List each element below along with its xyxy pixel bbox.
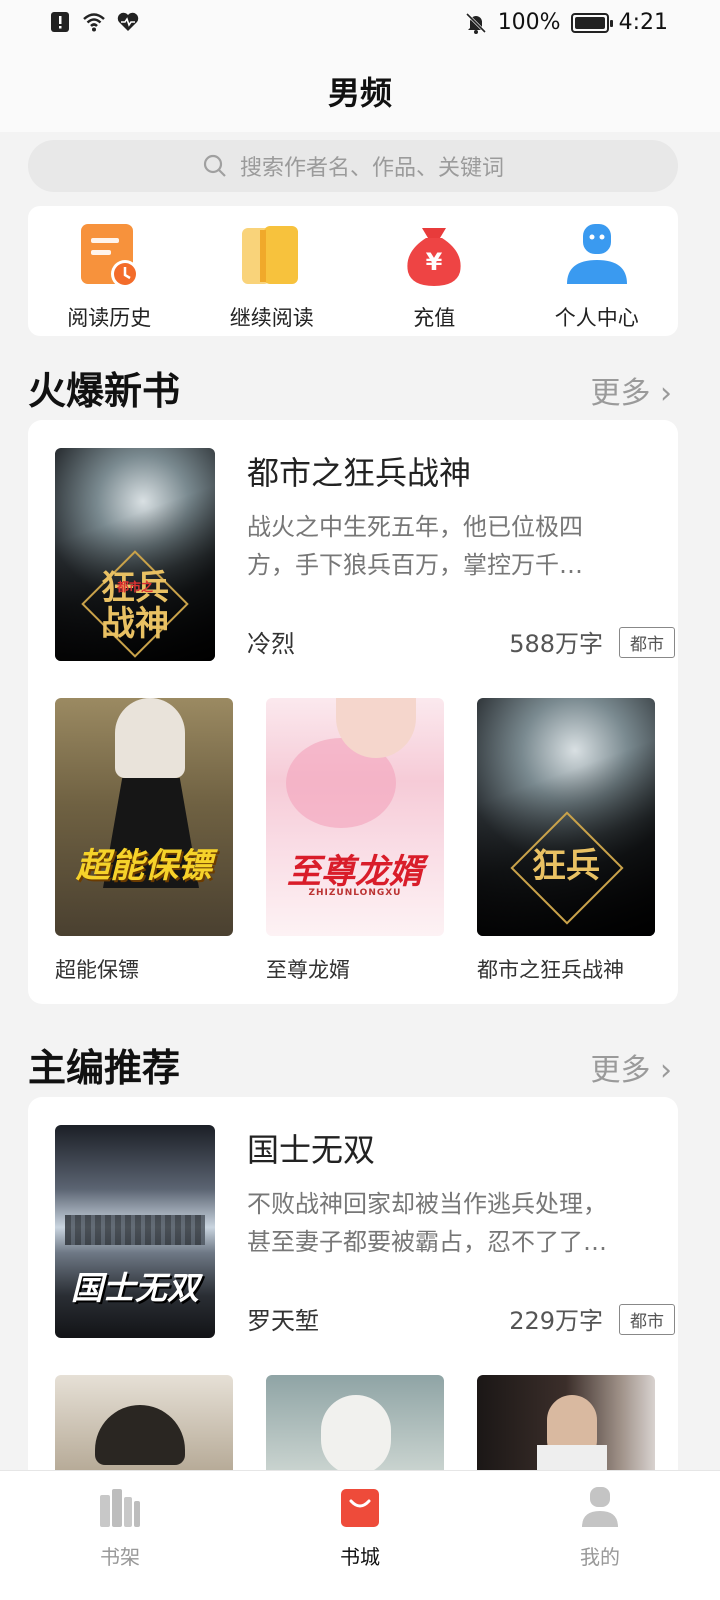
cover-subtitle: ZHIZUNLONGXU [308,888,402,898]
book-description: 战火之中生死五年，他已位极四方，手下狼兵百万，掌控万千… [247,513,583,579]
more-link[interactable]: 更多 › [590,1045,672,1089]
quick-entry-reading-history[interactable]: 阅读历史 [28,206,191,336]
book-title: 都市之狂兵战神 [477,958,624,982]
book-word-count: 229万字 [509,1307,603,1335]
clock: 4:21 [618,10,668,35]
section-header-hot-new: 火爆新书 更多 › [28,360,678,420]
nav-item-bookshelf[interactable]: 书架 [0,1471,240,1600]
cover-title: 战神 [101,604,169,644]
mute-notification-icon [465,12,486,34]
book-item[interactable]: 狂兵 都市之狂兵战神 [477,698,655,984]
section-header-editor-picks: 主编推荐 更多 › [28,1037,678,1097]
genre-tag: 都市 [619,1304,675,1335]
nav-label: 我的 [580,1545,620,1569]
book-title: 超能保镖 [55,958,139,982]
page-title: 男频 [327,74,392,112]
book-author: 罗天堑 [247,1307,319,1335]
user-center-icon [566,224,627,284]
reading-history-icon [81,224,140,288]
status-bar: 100% 4:21 [0,0,720,48]
bookstore-icon [341,1489,379,1527]
quick-entry-label: 个人中心 [554,306,639,330]
bottom-navigation: 书架 书城 我的 [0,1470,720,1600]
book-title[interactable]: 国士无双 [247,1125,375,1171]
search-bar[interactable]: 搜索作者名、作品、关键词 [28,140,678,192]
cover-title: 至尊龙婿 [287,852,423,892]
battery-icon [570,12,613,33]
book-title[interactable]: 都市之狂兵战神 [247,448,471,494]
book-description: 不败战神回家却被当作逃兵处理，甚至妻子都要被霸占，忍不了了… [247,1190,607,1256]
featured-book[interactable]: 国士无双 国士无双 不败战神回家却被当作逃兵处理，甚至妻子都要被霸占，忍不了了…… [55,1125,675,1340]
wifi-icon [83,13,105,32]
quick-entry-label: 继续阅读 [229,306,314,330]
search-icon [203,154,226,177]
cover-title: 国士无双 [70,1269,199,1307]
book-card-hot-new: 狂兵 都市之 战神 都市之狂兵战神 战火之中生死五年，他已位极四方，手下狼兵百万… [28,420,678,1004]
section-title: 火爆新书 [28,369,181,413]
book-grid: 超能保镖 超能保镖 至尊龙婿 ZHIZUNLONGXU 至尊龙婿 狂兵 都市之狂… [55,698,655,984]
book-cover[interactable]: 至尊龙婿 ZHIZUNLONGXU [266,698,444,936]
book-item[interactable]: 超能保镖 超能保镖 [55,698,233,984]
chevron-right-icon: › [660,376,672,411]
quick-entry-panel: 阅读历史 继续阅读 ¥ 充值 个人中心 [28,206,678,336]
quick-entry-label: 阅读历史 [67,306,152,330]
more-link[interactable]: 更多 › [590,368,672,412]
quick-entry-continue-reading[interactable]: 继续阅读 [191,206,354,336]
more-label: 更多 [590,376,651,411]
section-title: 主编推荐 [28,1046,181,1090]
book-title: 至尊龙婿 [266,958,350,982]
health-icon [117,12,139,31]
battery-percent: 100% [497,10,561,35]
book-cover[interactable]: 国士无双 [55,1125,215,1338]
featured-book[interactable]: 狂兵 都市之 战神 都市之狂兵战神 战火之中生死五年，他已位极四方，手下狼兵百万… [55,448,675,663]
alert-icon [51,12,69,32]
quick-entry-label: 充值 [413,306,456,330]
svg-text:¥: ¥ [426,248,443,276]
search-placeholder: 搜索作者名、作品、关键词 [239,156,504,181]
quick-entry-user-center[interactable]: 个人中心 [516,206,679,336]
recharge-icon: ¥ [407,228,461,286]
bookshelf-icon [100,1489,140,1527]
quick-entry-recharge[interactable]: ¥ 充值 [353,206,516,336]
book-cover[interactable]: 狂兵 都市之 战神 [55,448,215,661]
genre-tag: 都市 [619,627,675,658]
cover-subtitle: 都市之 [116,580,153,594]
more-label: 更多 [590,1053,651,1088]
nav-label: 书架 [100,1545,140,1569]
app-header: 100% 4:21 男频 [0,0,720,132]
chevron-right-icon: › [660,1053,672,1088]
book-author: 冷烈 [247,630,295,658]
nav-item-bookstore[interactable]: 书城 [240,1471,480,1600]
cover-title: 狂兵 [532,846,600,886]
book-cover[interactable]: 狂兵 [477,698,655,936]
nav-label: 书城 [340,1545,380,1569]
nav-item-profile[interactable]: 我的 [480,1471,720,1600]
profile-icon [582,1487,618,1527]
book-item[interactable]: 至尊龙婿 ZHIZUNLONGXU 至尊龙婿 [266,698,444,984]
continue-reading-icon [241,226,298,284]
book-word-count: 588万字 [509,630,603,658]
cover-title: 超能保镖 [76,846,212,886]
book-cover[interactable]: 超能保镖 [55,698,233,936]
